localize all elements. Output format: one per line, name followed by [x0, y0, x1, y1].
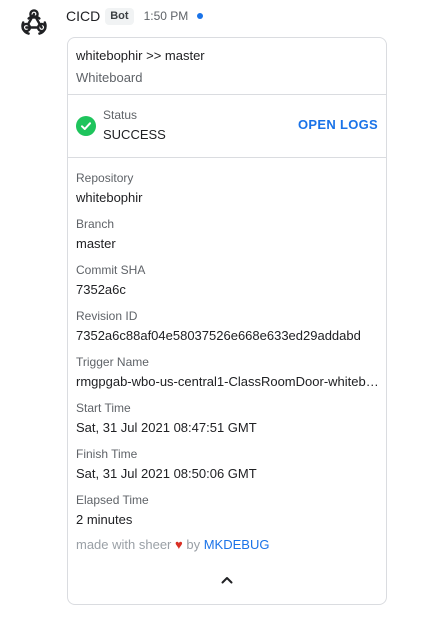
collapse-button[interactable] [68, 572, 386, 588]
field-finish-time: Finish Time Sat, 31 Jul 2021 08:50:06 GM… [76, 447, 378, 493]
message-header: CICD Bot 1:50 PM [66, 6, 204, 26]
field-commit-sha: Commit SHA 7352a6c [76, 263, 378, 309]
field-label: Branch [76, 217, 115, 231]
message-time: 1:50 PM [143, 9, 189, 23]
field-label: Start Time [76, 401, 131, 415]
card-title: whitebophir >> master [76, 48, 205, 63]
field-label: Trigger Name [76, 355, 149, 369]
field-value: whitebophir [76, 190, 143, 205]
field-trigger-name: Trigger Name rmgpgab-wbo-us-central1-Cla… [76, 355, 380, 401]
bot-badge: Bot [105, 7, 134, 25]
footer-by: by [186, 537, 201, 552]
webhook-icon [21, 9, 47, 35]
footer-note: made with sheer ♥ by MKDEBUG [76, 536, 378, 553]
card-header: whitebophir >> master Whiteboard [68, 38, 386, 95]
field-branch: Branch master [76, 217, 378, 263]
footer-prefix: made with sheer [76, 537, 172, 552]
field-value: master [76, 236, 116, 251]
field-list: Repository whitebophir Branch master Com… [68, 158, 386, 553]
field-start-time: Start Time Sat, 31 Jul 2021 08:47:51 GMT [76, 401, 378, 447]
field-value: Sat, 31 Jul 2021 08:50:06 GMT [76, 466, 257, 481]
field-revision-id: Revision ID 7352a6c88af04e58037526e668e6… [76, 309, 378, 355]
footer-author-link[interactable]: MKDEBUG [204, 537, 270, 552]
field-label: Elapsed Time [76, 493, 149, 507]
open-logs-button[interactable]: OPEN LOGS [298, 117, 378, 132]
card-subtitle: Whiteboard [76, 70, 143, 85]
unread-dot-icon [197, 13, 204, 19]
field-repository: Repository whitebophir [76, 171, 378, 217]
status-value: SUCCESS [103, 127, 166, 142]
sender-name[interactable]: CICD [66, 8, 100, 24]
field-value: 2 minutes [76, 512, 133, 527]
field-value: rmgpgab-wbo-us-central1-ClassRoomDoor-wh… [76, 374, 380, 389]
field-label: Finish Time [76, 447, 138, 461]
check-circle-icon [76, 116, 96, 136]
field-elapsed-time: Elapsed Time 2 minutes [76, 493, 378, 539]
status-label: Status [103, 108, 138, 122]
status-row: Status SUCCESS OPEN LOGS [68, 95, 386, 158]
cicd-card: whitebophir >> master Whiteboard Status … [67, 37, 387, 605]
field-value: 7352a6c88af04e58037526e668e633ed29addabd [76, 328, 361, 343]
avatar[interactable] [18, 5, 50, 37]
field-label: Commit SHA [76, 263, 146, 277]
field-label: Repository [76, 171, 134, 185]
status-text: Status SUCCESS [103, 108, 166, 143]
field-value: Sat, 31 Jul 2021 08:47:51 GMT [76, 420, 257, 435]
field-value: 7352a6c [76, 282, 126, 297]
heart-icon: ♥ [175, 537, 183, 552]
chevron-up-icon [221, 577, 233, 584]
field-label: Revision ID [76, 309, 138, 323]
